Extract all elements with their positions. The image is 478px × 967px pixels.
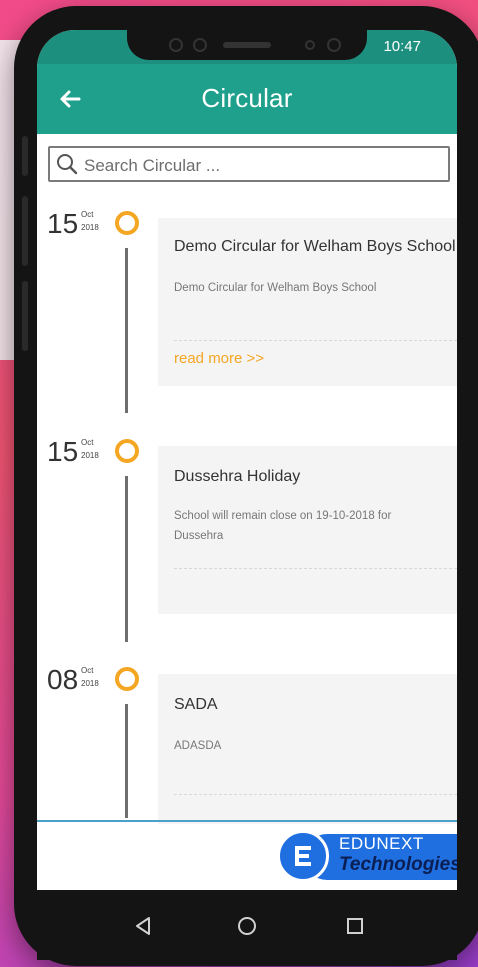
app-screen: 10:47 Circular 15 Oct 2018 Demo Circular… (37, 30, 457, 890)
camera-icon (169, 38, 183, 52)
date-day: 08 (47, 664, 79, 695)
sensor-icon (305, 40, 315, 50)
home-circle-icon[interactable] (233, 912, 261, 940)
circular-card[interactable]: SADA ADASDA (158, 674, 457, 824)
search-box[interactable] (48, 146, 450, 182)
brand-name: EDUNEXT (339, 834, 424, 853)
page-title: Circular (201, 83, 293, 113)
timeline-line (125, 476, 128, 642)
brand-logo: EDUNEXT Technologies (277, 830, 457, 882)
app-bar: Circular (37, 64, 457, 134)
status-time: 10:47 (383, 38, 421, 55)
date-day: 15 (47, 208, 79, 239)
edunext-logo-icon (277, 830, 329, 882)
brand-tagline: Technologies (339, 854, 457, 875)
circular-card[interactable]: Dussehra Holiday School will remain clos… (158, 446, 457, 614)
circular-title: Dussehra Holiday (174, 468, 301, 485)
divider (174, 340, 457, 341)
timeline-line (125, 704, 128, 818)
divider (174, 794, 457, 795)
circular-description: Demo Circular for Welham Boys School (174, 282, 377, 294)
circular-description: School will remain close on 19-10-2018 f… (174, 510, 392, 542)
read-more-link[interactable]: read more >> (174, 350, 264, 367)
back-triangle-icon[interactable] (129, 912, 157, 940)
timeline-dot-icon (115, 439, 139, 463)
date-year: 2018 (81, 223, 99, 232)
date-month: Oct (81, 210, 94, 219)
divider (174, 568, 457, 569)
phone-side-button (22, 136, 28, 176)
sensor-icon (193, 38, 207, 52)
recents-square-icon[interactable] (341, 912, 369, 940)
phone-side-button (22, 196, 28, 266)
timeline-dot-icon (115, 211, 139, 235)
speaker-icon (223, 42, 271, 48)
date-month: Oct (81, 438, 94, 447)
date-year: 2018 (81, 451, 99, 460)
date-year: 2018 (81, 679, 99, 688)
phone-side-button (22, 281, 28, 351)
circular-title: SADA (174, 696, 218, 713)
status-bar: 10:47 (37, 30, 457, 64)
timeline-dot-icon (115, 667, 139, 691)
timeline-line (125, 248, 128, 413)
date-day: 15 (47, 436, 79, 467)
circular-card[interactable]: Demo Circular for Welham Boys School Dem… (158, 218, 457, 386)
magnifier-icon (57, 154, 78, 175)
divider (37, 820, 457, 822)
system-nav-bar (37, 890, 457, 960)
date-month: Oct (81, 666, 94, 675)
search-input[interactable] (82, 152, 446, 180)
camera-notch (127, 30, 367, 60)
circular-title: Demo Circular for Welham Boys School (174, 238, 456, 255)
circular-description: ADASDA (174, 740, 222, 752)
camera-icon (327, 38, 341, 52)
